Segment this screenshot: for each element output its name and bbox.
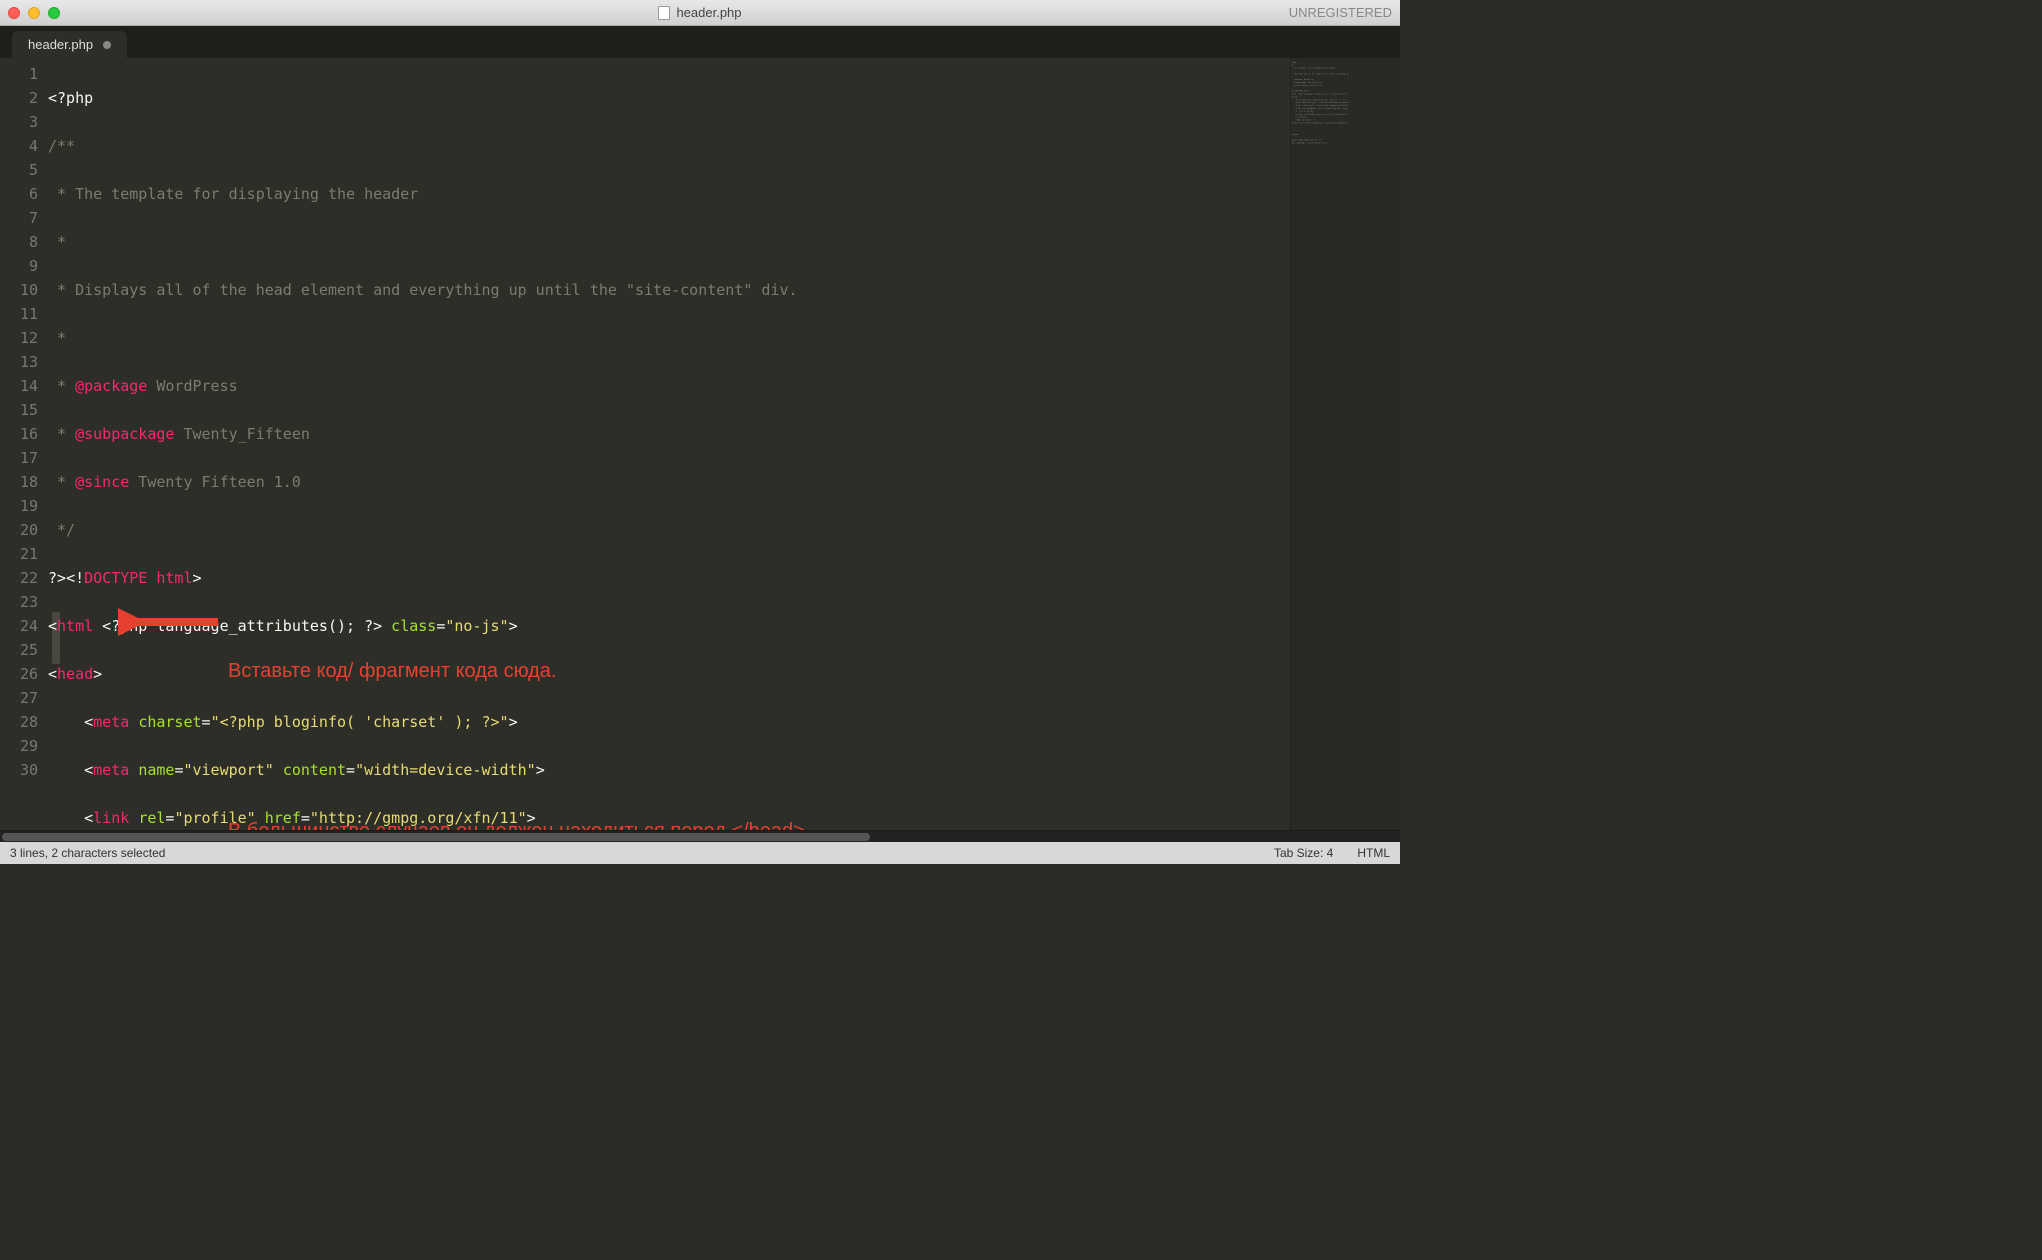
code-line: */ bbox=[48, 518, 1290, 542]
code-line: <?php bbox=[48, 86, 1290, 110]
scrollbar-thumb[interactable] bbox=[2, 833, 870, 841]
code-line: ?><!DOCTYPE html> bbox=[48, 566, 1290, 590]
titlebar: header.php UNREGISTERED bbox=[0, 0, 1400, 26]
code-area[interactable]: <?php /** * The template for displaying … bbox=[48, 58, 1290, 830]
line-number: 9 bbox=[0, 254, 38, 278]
code-line: <meta name="viewport" content="width=dev… bbox=[48, 758, 1290, 782]
line-number: 25 bbox=[0, 638, 38, 662]
tab-bar: header.php bbox=[0, 26, 1400, 58]
close-icon[interactable] bbox=[8, 7, 20, 19]
line-number: 1 bbox=[0, 62, 38, 86]
minimap[interactable]: <?php /** * The template for displaying … bbox=[1290, 58, 1400, 830]
line-number: 19 bbox=[0, 494, 38, 518]
code-line: <head> bbox=[48, 662, 1290, 686]
line-number: 10 bbox=[0, 278, 38, 302]
line-number: 22 bbox=[0, 566, 38, 590]
line-number: 13 bbox=[0, 350, 38, 374]
line-number: 27 bbox=[0, 686, 38, 710]
code-line: * @subpackage Twenty_Fifteen bbox=[48, 422, 1290, 446]
line-number: 29 bbox=[0, 734, 38, 758]
line-number: 18 bbox=[0, 470, 38, 494]
line-number: 4 bbox=[0, 134, 38, 158]
line-number: 26 bbox=[0, 662, 38, 686]
file-icon bbox=[658, 6, 670, 20]
line-number: 15 bbox=[0, 398, 38, 422]
line-gutter: 1 2 3 4 5 6 7 8 9 10 11 12 13 14 15 16 1… bbox=[0, 58, 48, 830]
status-bar: 3 lines, 2 characters selected Tab Size:… bbox=[0, 842, 1400, 864]
minimap-content: <?php /** * The template for displaying … bbox=[1291, 58, 1399, 147]
window-controls bbox=[8, 7, 60, 19]
status-tab-size[interactable]: Tab Size: 4 bbox=[1274, 846, 1333, 860]
status-syntax[interactable]: HTML bbox=[1357, 846, 1390, 860]
line-number: 21 bbox=[0, 542, 38, 566]
tab-header-php[interactable]: header.php bbox=[12, 31, 127, 58]
code-line: /** bbox=[48, 134, 1290, 158]
line-number: 16 bbox=[0, 422, 38, 446]
line-number: 24 bbox=[0, 614, 38, 638]
line-number: 14 bbox=[0, 374, 38, 398]
tab-dirty-icon bbox=[103, 41, 111, 49]
code-line: * bbox=[48, 230, 1290, 254]
line-number: 7 bbox=[0, 206, 38, 230]
code-line: <html <?php language_attributes(); ?> cl… bbox=[48, 614, 1290, 638]
line-number: 2 bbox=[0, 86, 38, 110]
line-number: 30 bbox=[0, 758, 38, 782]
window-title-text: header.php bbox=[676, 5, 741, 20]
line-number: 5 bbox=[0, 158, 38, 182]
horizontal-scrollbar[interactable] bbox=[0, 830, 1400, 842]
code-line: <link rel="profile" href="http://gmpg.or… bbox=[48, 806, 1290, 830]
line-number: 11 bbox=[0, 302, 38, 326]
line-number: 8 bbox=[0, 230, 38, 254]
line-number: 28 bbox=[0, 710, 38, 734]
code-line: * @since Twenty Fifteen 1.0 bbox=[48, 470, 1290, 494]
line-number: 23 bbox=[0, 590, 38, 614]
line-number: 12 bbox=[0, 326, 38, 350]
editor[interactable]: 1 2 3 4 5 6 7 8 9 10 11 12 13 14 15 16 1… bbox=[0, 58, 1400, 830]
line-number: 3 bbox=[0, 110, 38, 134]
line-number: 20 bbox=[0, 518, 38, 542]
line-number: 6 bbox=[0, 182, 38, 206]
code-line: * Displays all of the head element and e… bbox=[48, 278, 1290, 302]
line-number: 17 bbox=[0, 446, 38, 470]
status-selection: 3 lines, 2 characters selected bbox=[10, 846, 1250, 860]
window-title: header.php bbox=[0, 5, 1400, 20]
code-line: * bbox=[48, 326, 1290, 350]
unregistered-label: UNREGISTERED bbox=[1289, 5, 1392, 20]
minimize-icon[interactable] bbox=[28, 7, 40, 19]
maximize-icon[interactable] bbox=[48, 7, 60, 19]
code-line: * @package WordPress bbox=[48, 374, 1290, 398]
tab-label: header.php bbox=[28, 37, 93, 52]
code-line: <meta charset="<?php bloginfo( 'charset'… bbox=[48, 710, 1290, 734]
code-line: * The template for displaying the header bbox=[48, 182, 1290, 206]
